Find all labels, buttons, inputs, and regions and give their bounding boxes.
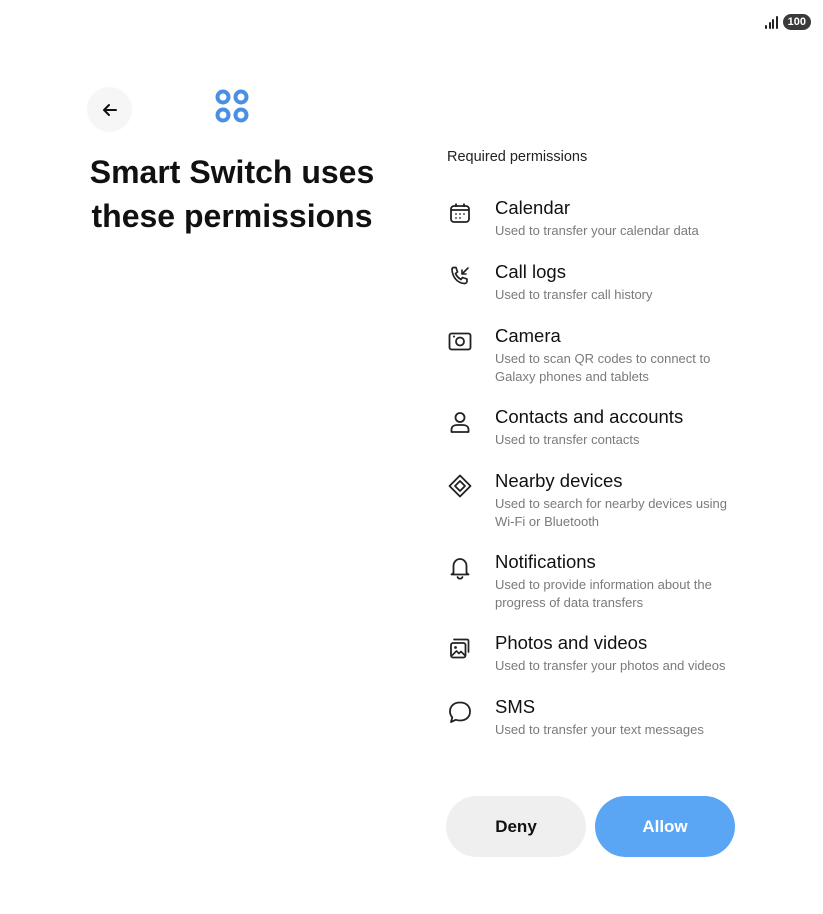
permission-description: Used to transfer your calendar data — [495, 223, 699, 238]
permission-description: Used to provide information about the pr… — [495, 577, 712, 610]
calendar-icon — [450, 203, 470, 223]
battery-badge: 100 — [782, 14, 811, 30]
permission-title: Call logs — [495, 261, 566, 282]
status-bar: 100 — [765, 14, 811, 30]
nearby-devices-icon — [448, 474, 472, 498]
permission-description: Used to transfer call history — [495, 287, 653, 302]
photos-icon — [450, 638, 470, 659]
signal-icon — [765, 15, 778, 29]
permission-description: Used to transfer contacts — [495, 432, 640, 447]
deny-button[interactable]: Deny — [446, 796, 586, 857]
permission-description: Used to search for nearby devices using … — [495, 496, 727, 529]
permission-description: Used to scan QR codes to connect to Gala… — [495, 351, 711, 384]
allow-button[interactable]: Allow — [595, 796, 735, 857]
permission-title: Camera — [495, 325, 561, 346]
permission-title: SMS — [495, 696, 536, 717]
permissions-screen: 100 Smart Switch uses these permissions … — [0, 0, 823, 914]
message-bubble-icon — [449, 701, 471, 723]
permission-title: Nearby devices — [495, 470, 623, 491]
contacts-icon — [450, 412, 470, 433]
permission-title: Calendar — [495, 197, 571, 218]
camera-icon — [448, 332, 472, 351]
permission-title: Notifications — [495, 551, 596, 572]
permission-description: Used to transfer your photos and videos — [495, 658, 726, 673]
smart-switch-logo-icon — [215, 89, 249, 123]
arrow-left-icon — [102, 103, 117, 116]
permission-title: Photos and videos — [495, 632, 648, 653]
page-title: Smart Switch uses these permissions — [89, 154, 375, 234]
bell-icon — [450, 558, 470, 580]
call-logs-icon — [451, 266, 469, 285]
back-button[interactable] — [87, 87, 132, 132]
section-heading: Required permissions — [447, 149, 588, 165]
permission-description: Used to transfer your text messages — [495, 722, 704, 737]
permission-title: Contacts and accounts — [495, 406, 684, 427]
